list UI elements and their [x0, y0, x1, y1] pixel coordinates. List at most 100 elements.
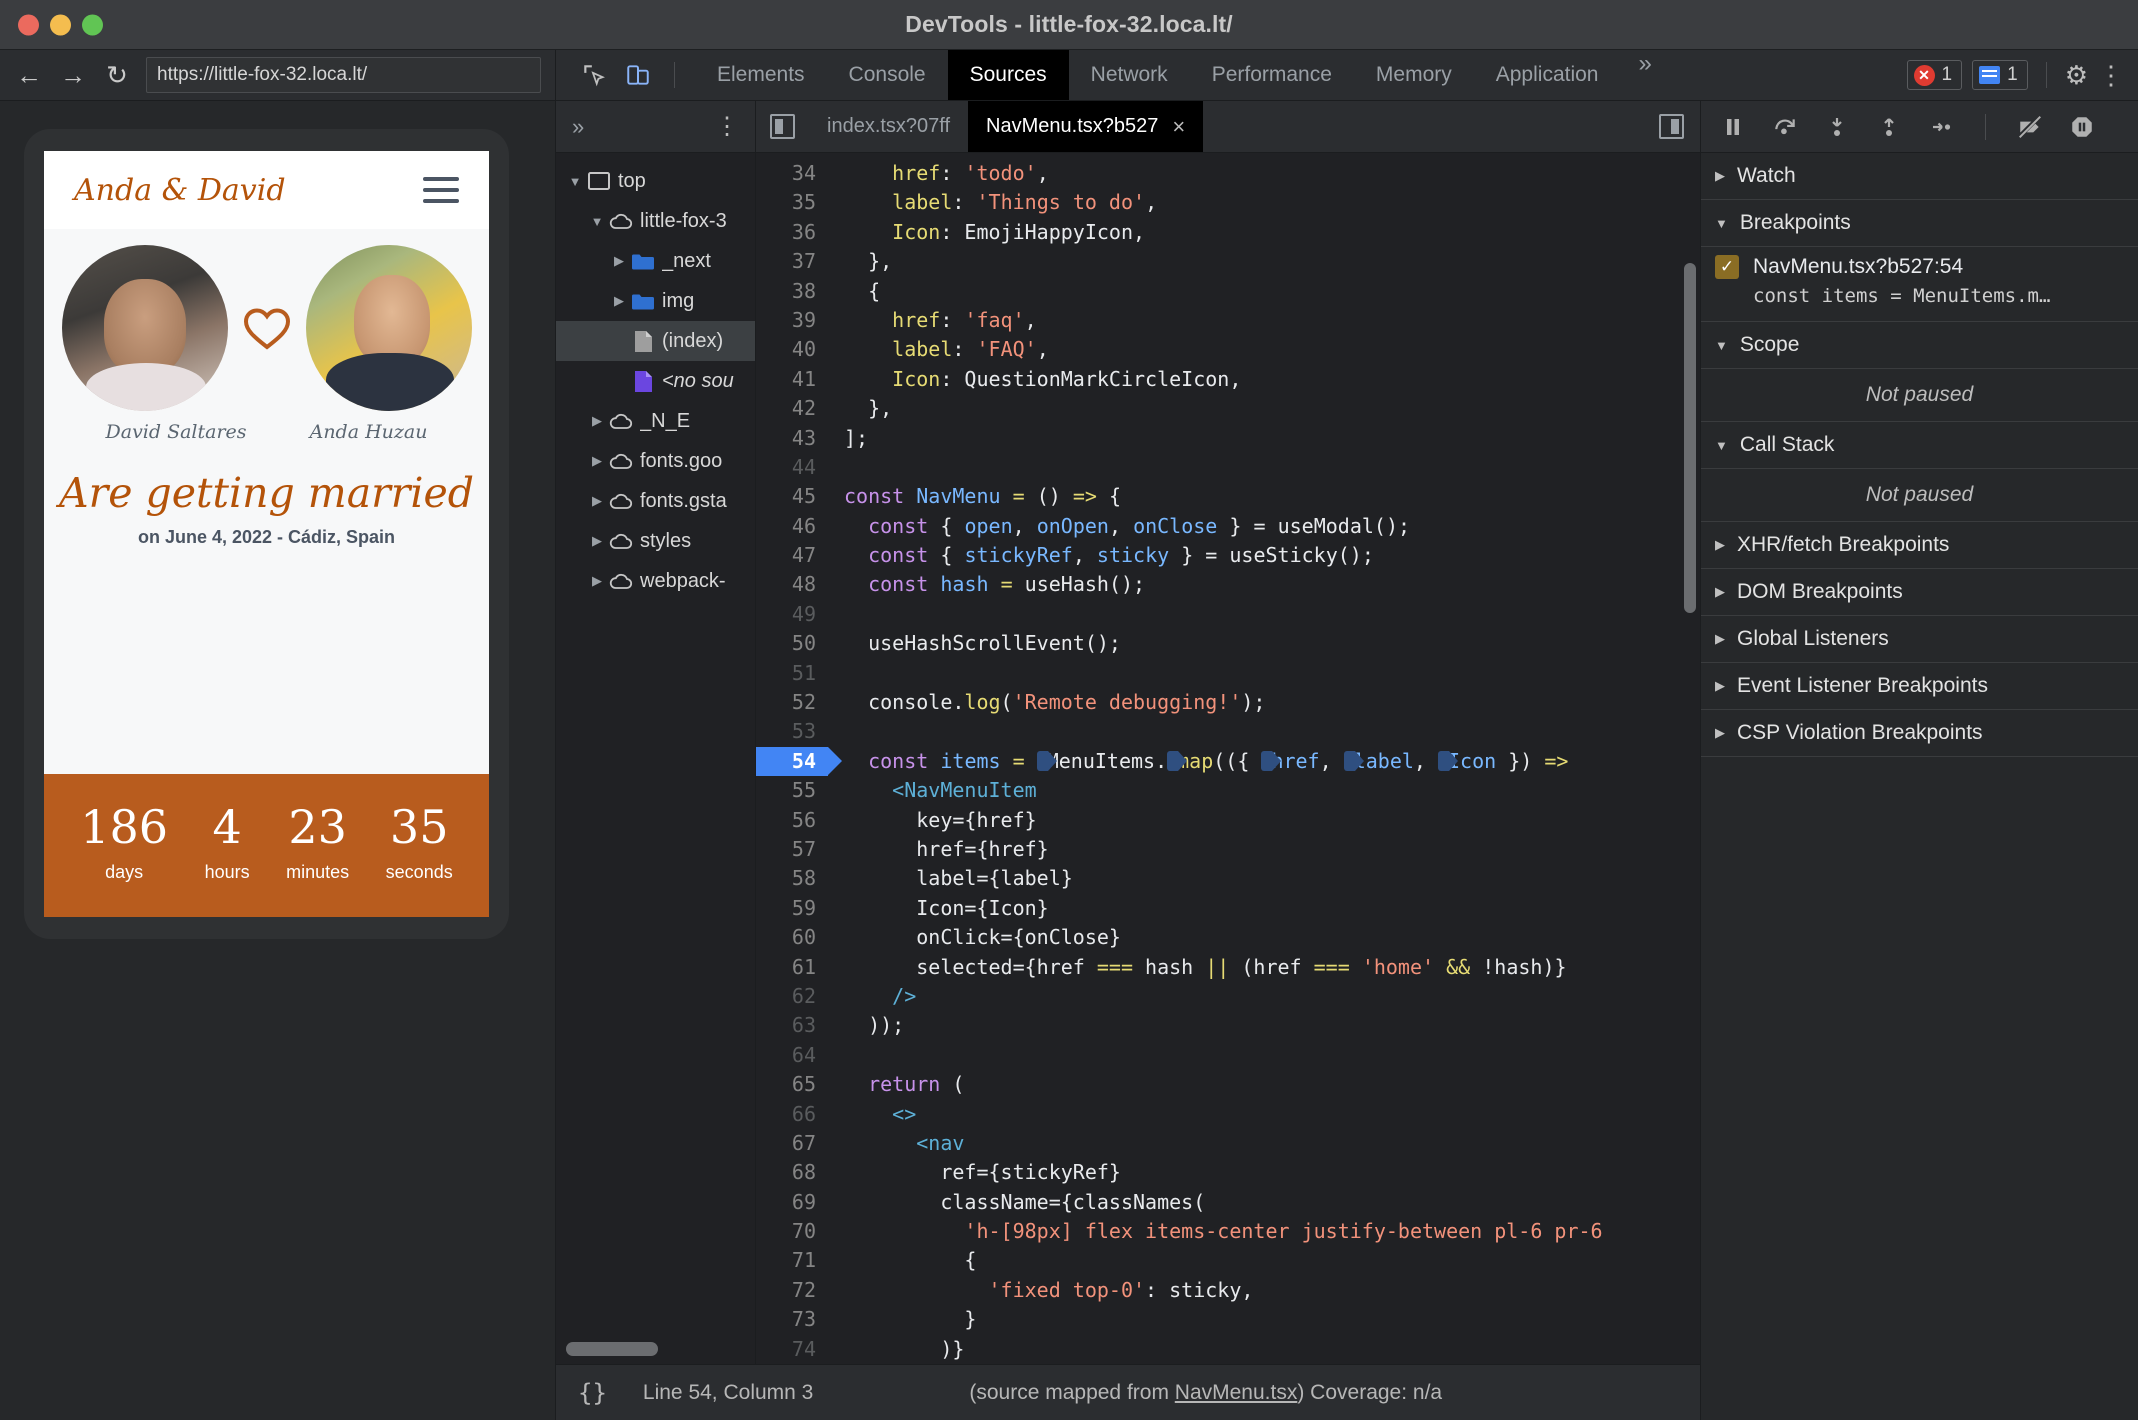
- code-line[interactable]: className={classNames(: [844, 1188, 1700, 1217]
- pretty-print-icon[interactable]: {}: [578, 1379, 607, 1407]
- line-number[interactable]: 37: [756, 247, 828, 276]
- code-line[interactable]: href={href}: [844, 835, 1700, 864]
- file-tab-index[interactable]: index.tsx?07ff: [809, 101, 968, 152]
- navigator-hscrollbar[interactable]: [566, 1342, 658, 1356]
- minimize-window-button[interactable]: [50, 14, 71, 35]
- code-line[interactable]: [844, 659, 1700, 688]
- toggle-navigator-icon[interactable]: [756, 101, 809, 152]
- maximize-window-button[interactable]: [82, 14, 103, 35]
- line-number[interactable]: 43: [756, 424, 828, 453]
- file-tab-navmenu[interactable]: NavMenu.tsx?b527 ×: [968, 101, 1204, 152]
- code-line[interactable]: const items = MenuItems. map(({ href, lab…: [844, 747, 1700, 776]
- code-line[interactable]: useHashScrollEvent();: [844, 629, 1700, 658]
- code-line[interactable]: console.log('Remote debugging!');: [844, 688, 1700, 717]
- code-line[interactable]: href: 'faq',: [844, 306, 1700, 335]
- tree-item[interactable]: ▶ _next: [556, 241, 755, 281]
- chevron-right-icon[interactable]: ▶: [586, 413, 608, 429]
- line-number[interactable]: 42: [756, 394, 828, 423]
- line-number[interactable]: 34: [756, 159, 828, 188]
- code-line[interactable]: const { open, onOpen, onClose } = useMod…: [844, 512, 1700, 541]
- line-number[interactable]: 58: [756, 864, 828, 893]
- line-number[interactable]: 63: [756, 1011, 828, 1040]
- line-number[interactable]: 68: [756, 1158, 828, 1187]
- code-line[interactable]: {: [844, 1246, 1700, 1275]
- code-line[interactable]: label: 'FAQ',: [844, 335, 1700, 364]
- tab-performance[interactable]: Performance: [1190, 50, 1354, 100]
- phone-screen[interactable]: Anda & David David Saltares Anda Huzau A…: [44, 151, 489, 917]
- section-xhr-breakpoints[interactable]: ▶ XHR/fetch Breakpoints: [1701, 522, 2138, 569]
- code-line[interactable]: const NavMenu = () => {: [844, 482, 1700, 511]
- code-line[interactable]: return (: [844, 1070, 1700, 1099]
- gear-icon[interactable]: ⚙: [2065, 60, 2088, 91]
- line-number[interactable]: 66: [756, 1100, 828, 1129]
- message-count-badge[interactable]: 1: [1972, 60, 2028, 90]
- line-number[interactable]: 73: [756, 1305, 828, 1334]
- line-number[interactable]: 56: [756, 806, 828, 835]
- pause-script-icon[interactable]: [1717, 111, 1749, 143]
- error-count-badge[interactable]: ✕ 1: [1906, 60, 1963, 90]
- section-csp-violation-breakpoints[interactable]: ▶ CSP Violation Breakpoints: [1701, 710, 2138, 757]
- more-tabs-icon[interactable]: »: [1620, 50, 1669, 100]
- line-number[interactable]: 55: [756, 776, 828, 805]
- section-dom-breakpoints[interactable]: ▶ DOM Breakpoints: [1701, 569, 2138, 616]
- code-line[interactable]: },: [844, 394, 1700, 423]
- chevron-right-icon[interactable]: ▶: [608, 253, 630, 269]
- tree-item[interactable]: ▶ img: [556, 281, 755, 321]
- line-number[interactable]: 65: [756, 1070, 828, 1099]
- code-line[interactable]: ];: [844, 424, 1700, 453]
- inspect-element-icon[interactable]: [578, 59, 610, 91]
- tree-item[interactable]: ▶ webpack-: [556, 561, 755, 601]
- url-input[interactable]: https://little-fox-32.loca.lt/: [146, 57, 541, 93]
- code-line[interactable]: Icon: QuestionMarkCircleIcon,: [844, 365, 1700, 394]
- tree-item[interactable]: ▶<no sou: [556, 361, 755, 401]
- line-number[interactable]: 60: [756, 923, 828, 952]
- code-line[interactable]: href: 'todo',: [844, 159, 1700, 188]
- step-over-icon[interactable]: [1769, 111, 1801, 143]
- line-number[interactable]: 62: [756, 982, 828, 1011]
- code-line[interactable]: <nav: [844, 1129, 1700, 1158]
- toggle-debugger-icon[interactable]: [1643, 101, 1700, 152]
- line-number[interactable]: 61: [756, 953, 828, 982]
- line-number[interactable]: 52: [756, 688, 828, 717]
- line-number[interactable]: 64: [756, 1041, 828, 1070]
- back-arrow-icon[interactable]: ←: [14, 60, 44, 90]
- code-line[interactable]: const hash = useHash();: [844, 570, 1700, 599]
- code-line[interactable]: )}: [844, 1335, 1700, 1364]
- hamburger-menu-icon[interactable]: [423, 177, 459, 203]
- chevron-right-icon[interactable]: ▶: [586, 573, 608, 589]
- step-icon[interactable]: [1925, 111, 1957, 143]
- chevron-right-icon[interactable]: ▶: [608, 293, 630, 309]
- tree-item[interactable]: ▶ _N_E: [556, 401, 755, 441]
- line-number[interactable]: 72: [756, 1276, 828, 1305]
- line-number[interactable]: 57: [756, 835, 828, 864]
- tab-network[interactable]: Network: [1069, 50, 1190, 100]
- line-number[interactable]: 46: [756, 512, 828, 541]
- code-line[interactable]: selected={href === hash || (href === 'ho…: [844, 953, 1700, 982]
- line-number[interactable]: 48: [756, 570, 828, 599]
- code-line[interactable]: label: 'Things to do',: [844, 188, 1700, 217]
- section-breakpoints[interactable]: ▼ Breakpoints: [1701, 200, 2138, 247]
- code-line[interactable]: ref={stickyRef}: [844, 1158, 1700, 1187]
- code-line[interactable]: Icon: EmojiHappyIcon,: [844, 218, 1700, 247]
- line-number[interactable]: 41: [756, 365, 828, 394]
- tree-item[interactable]: ▼ little-fox-3: [556, 201, 755, 241]
- line-number[interactable]: 70: [756, 1217, 828, 1246]
- window-controls[interactable]: [18, 14, 103, 35]
- step-into-icon[interactable]: [1821, 111, 1853, 143]
- chevron-right-icon[interactable]: ▶: [586, 533, 608, 549]
- code-line[interactable]: label={label}: [844, 864, 1700, 893]
- line-number[interactable]: 40: [756, 335, 828, 364]
- line-number[interactable]: 38: [756, 277, 828, 306]
- line-number[interactable]: 59: [756, 894, 828, 923]
- line-number[interactable]: 44: [756, 453, 828, 482]
- code-line[interactable]: [844, 1041, 1700, 1070]
- line-number[interactable]: 71: [756, 1246, 828, 1275]
- line-number[interactable]: 36: [756, 218, 828, 247]
- navigator-kebab-menu-icon[interactable]: ⋮: [715, 114, 739, 138]
- code-editor[interactable]: 34 35 36 37 38 39 40 41 42 43 44 45 46 47 48 49 50 51 52 53…: [756, 153, 1700, 1364]
- line-number[interactable]: 53: [756, 717, 828, 746]
- line-number[interactable]: 47: [756, 541, 828, 570]
- editor-vscrollbar[interactable]: [1684, 263, 1696, 613]
- code-line[interactable]: 'fixed top-0': sticky,: [844, 1276, 1700, 1305]
- tab-sources[interactable]: Sources: [947, 50, 1069, 100]
